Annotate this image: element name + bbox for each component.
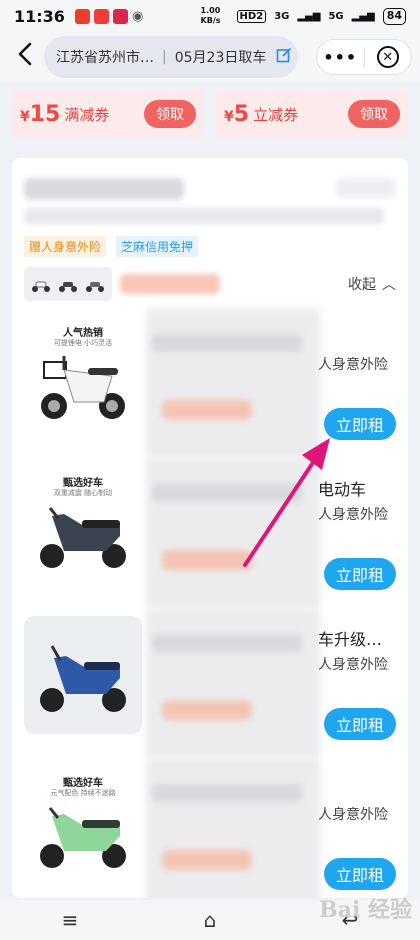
vehicle-caption: 甄选好车	[63, 478, 103, 489]
ebike-green-image	[40, 807, 126, 868]
more-button[interactable]: •••	[317, 48, 364, 67]
coupon-card: ¥15 满减券 领取	[12, 90, 204, 138]
deposit-free-tag: 芝麻信用免押	[116, 236, 199, 257]
miniapp-capsule: ••• ✕	[316, 39, 412, 75]
search-bar[interactable]: 江苏省苏州市… | 05月23日取车	[44, 36, 298, 78]
blurred-price	[162, 550, 252, 570]
signal-bars-icon: ▂▄▆	[351, 10, 375, 22]
ebike-white-image	[41, 356, 125, 419]
store-card: 赠人身意外险 芝麻信用免押 收起 ︿ 人气热销 可提锂电 小巧灵活 人身意外险 …	[12, 158, 408, 898]
scooter-thumbnail	[58, 282, 77, 292]
pickup-date: 05月23日取车	[174, 50, 267, 66]
blurred-vehicle-title	[152, 634, 302, 652]
store-summary-row: 收起 ︿	[24, 266, 396, 302]
notification-app-icon	[74, 8, 90, 24]
ebike-dark-image	[40, 507, 126, 568]
vehicle-image: 人气热销 可提锂电 小巧灵活	[24, 316, 142, 434]
scooter-thumbnail	[85, 282, 104, 292]
close-icon: ✕	[376, 46, 399, 68]
scooter-thumbnail	[32, 281, 51, 292]
ebike-blue-image	[40, 645, 126, 712]
blurred-store-name	[24, 178, 184, 200]
edit-icon[interactable]	[276, 47, 292, 67]
blurred-vehicle-info	[146, 458, 320, 608]
rent-now-button[interactable]: 立即租	[324, 558, 396, 590]
vehicle-image: 甄选好车 元气配色 持续不迷路	[24, 766, 142, 884]
blurred-price	[162, 400, 252, 420]
blurred-vehicle-info	[146, 608, 320, 758]
blurred-vehicle-title	[152, 484, 302, 502]
insurance-label: 人身意外险	[318, 807, 388, 823]
insurance-label: 人身意外险	[318, 357, 388, 373]
vehicle-name: 电动车	[318, 480, 367, 499]
net-speed: 1.00 KB/s	[200, 6, 221, 25]
blurred-price	[162, 850, 252, 870]
location-icon: ◉	[131, 8, 144, 24]
collapse-label: 收起	[348, 277, 376, 293]
status-time: 11:36	[14, 6, 65, 26]
vehicle-list-item[interactable]: 车升级… 人身意外险 立即租	[12, 608, 408, 758]
close-miniapp-button[interactable]: ✕	[364, 46, 411, 68]
blurred-price-range	[120, 274, 220, 294]
insurance-label: 人身意外险	[318, 657, 388, 673]
coupon-card: ¥5 立减券 领取	[216, 90, 408, 138]
menu-icon[interactable]: ≡	[50, 908, 90, 932]
blurred-vehicle-title	[152, 784, 302, 802]
vehicle-caption: 人气热销	[63, 328, 103, 339]
coupon-type: 满减券	[64, 105, 110, 124]
notification-app-icon	[93, 8, 109, 24]
back-button[interactable]	[10, 42, 40, 73]
blurred-vehicle-info	[146, 758, 320, 898]
blurred-price	[162, 700, 252, 720]
vehicle-image	[24, 616, 142, 734]
insurance-tag: 赠人身意外险	[24, 236, 107, 257]
vehicle-list-item[interactable]: 甄选好车 双重减震 随心制动 电动车 人身意外险 立即租	[12, 458, 408, 608]
chevron-up-icon: ︿	[382, 277, 396, 293]
rent-now-button[interactable]: 立即租	[324, 858, 396, 890]
blurred-distance	[336, 178, 396, 198]
insurance-label: 人身意外险	[318, 507, 388, 523]
separator: |	[162, 49, 167, 65]
blurred-store-address	[24, 208, 384, 224]
status-bar: 11:36 ◉ 1.00 KB/s HD2 3G ▂▄▆ 5G ▂▄▆ 84	[0, 0, 420, 32]
top-navigation: 江苏省苏州市… | 05月23日取车 ••• ✕	[0, 32, 420, 82]
blurred-vehicle-info	[146, 308, 320, 458]
claim-coupon-button[interactable]: 领取	[348, 100, 400, 128]
coupon-amount: ¥15	[20, 101, 61, 127]
location-text: 江苏省苏州市…	[56, 50, 154, 66]
vehicle-list-item[interactable]: 人气热销 可提锂电 小巧灵活 人身意外险 立即租	[12, 308, 408, 458]
signal-5g: 5G	[328, 10, 344, 22]
battery-indicator: 84	[382, 7, 406, 25]
watermark: Bai 经验	[319, 897, 412, 923]
vehicle-list-item[interactable]: 甄选好车 元气配色 持续不迷路 人身意外险 立即租	[12, 758, 408, 898]
rent-now-button[interactable]: 立即租	[324, 708, 396, 740]
blurred-vehicle-title	[152, 334, 302, 352]
vehicle-image: 甄选好车 双重减震 随心制动	[24, 466, 142, 584]
vehicle-caption: 甄选好车	[63, 778, 103, 789]
notification-app-icon	[112, 8, 128, 24]
hd-indicator: HD2	[236, 9, 267, 23]
coupon-type: 立减券	[253, 105, 299, 124]
home-icon[interactable]: ⌂	[190, 908, 230, 932]
collapse-button[interactable]: 收起 ︿	[348, 274, 396, 294]
coupon-amount: ¥5	[224, 101, 250, 127]
claim-coupon-button[interactable]: 领取	[144, 100, 196, 128]
vehicle-thumbnails	[24, 267, 112, 301]
signal-bars-icon: ▂▄▆	[297, 10, 321, 22]
back-arrow-icon	[18, 42, 32, 65]
signal-3g: 3G	[274, 10, 290, 22]
coupon-bar: ¥15 满减券 领取 ¥5 立减券 领取	[12, 90, 408, 138]
vehicle-name: 车升级…	[318, 630, 383, 649]
store-tags: 赠人身意外险 芝麻信用免押	[24, 236, 199, 257]
rent-now-button[interactable]: 立即租	[324, 408, 396, 440]
